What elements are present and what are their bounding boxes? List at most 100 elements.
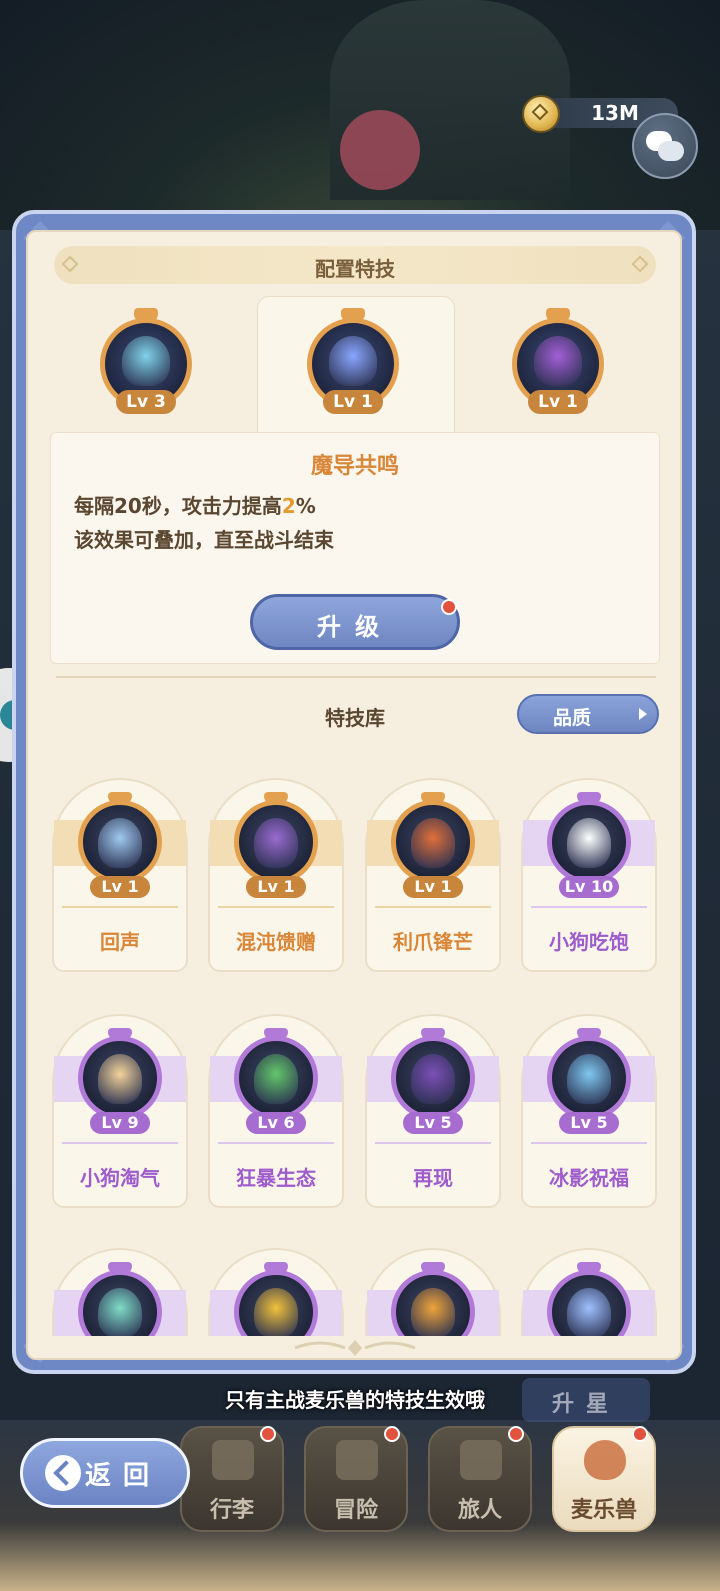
skill-library-grid: Lv 1 回声 Lv 1 混沌馈赠 Lv 1 利爪锋芒 Lv 10 小狗吃饱 Lv 9 小狗淘气 L… — [40, 770, 672, 1336]
skill-card-name: 再现 — [413, 1166, 453, 1190]
notification-dot — [632, 1426, 648, 1442]
creature-icon — [254, 818, 298, 868]
creature-icon — [329, 336, 377, 386]
skill-card-name: 回声 — [100, 930, 140, 954]
skill-card[interactable]: Lv 5 再现 — [365, 1014, 501, 1208]
back-button-label: 返回 — [85, 1461, 162, 1491]
creature-icon — [254, 1288, 298, 1336]
bow-icon — [421, 792, 445, 804]
skill-level-badge: Lv 6 — [246, 1112, 306, 1134]
skill-card-name: 小狗吃饱 — [549, 930, 629, 954]
card-separator — [531, 1142, 647, 1144]
skill-level-badge: Lv 10 — [559, 876, 619, 898]
skill-card-name: 狂暴生态 — [236, 1166, 316, 1190]
skill-level-badge: Lv 3 — [116, 390, 176, 414]
skill-card[interactable]: Lv 1 回声 — [52, 778, 188, 972]
skill-card[interactable]: Lv 10 小狗吃饱 — [521, 778, 657, 972]
notification-dot — [508, 1426, 524, 1442]
nav-tab-label: 麦乐兽 — [570, 1498, 637, 1523]
notification-dot — [441, 599, 457, 615]
bow-icon — [108, 792, 132, 804]
skill-card-name: 混沌馈赠 — [236, 930, 316, 954]
skill-level-badge: Lv 1 — [528, 390, 588, 414]
bow-icon — [421, 1028, 445, 1040]
caret-right-icon — [639, 708, 647, 720]
card-separator — [375, 1142, 491, 1144]
skill-desc-line-2: 该效果可叠加，直至战斗结束 — [74, 528, 334, 552]
fox-icon — [584, 1440, 626, 1480]
bow-icon — [264, 792, 288, 804]
skill-level-badge: Lv 1 — [246, 876, 306, 898]
bow-icon — [108, 1028, 132, 1040]
notification-dot — [260, 1426, 276, 1442]
upgrade-button-label: 升级 — [317, 613, 393, 641]
skill-level-badge: Lv 5 — [403, 1112, 463, 1134]
card-separator — [62, 906, 178, 908]
skill-card[interactable] — [52, 1248, 188, 1336]
nav-tab-swords[interactable]: 冒险 — [304, 1426, 408, 1532]
panel-title-bar: 配置特技 — [54, 246, 656, 284]
skill-card[interactable]: Lv 1 混沌馈赠 — [208, 778, 344, 972]
bow-icon — [577, 1028, 601, 1040]
equipped-skill-slot[interactable]: Lv 3 — [100, 308, 192, 414]
quality-filter-label: 品质 — [553, 707, 592, 729]
skill-card[interactable] — [208, 1248, 344, 1336]
chat-button[interactable] — [632, 113, 698, 179]
nav-tab-traveler[interactable]: 旅人 — [428, 1426, 532, 1532]
card-separator — [62, 1142, 178, 1144]
bow-icon — [134, 308, 158, 322]
skill-card[interactable]: Lv 9 小狗淘气 — [52, 1014, 188, 1208]
creature-icon — [254, 1054, 298, 1104]
bow-icon — [421, 1262, 445, 1274]
skill-card-name: 冰影祝福 — [549, 1166, 629, 1190]
skill-card[interactable] — [521, 1248, 657, 1336]
quality-filter-button[interactable]: 品质 — [517, 694, 659, 734]
notification-dot — [384, 1426, 400, 1442]
creature-icon — [534, 336, 582, 386]
equipped-skill-slot[interactable]: Lv 1 — [512, 308, 604, 414]
creature-icon — [567, 1054, 611, 1104]
creature-icon — [98, 1054, 142, 1104]
bow-icon — [577, 1262, 601, 1274]
bow-icon — [577, 792, 601, 804]
background-character — [340, 110, 420, 190]
traveler-icon — [460, 1440, 502, 1480]
skill-level-badge: Lv 9 — [90, 1112, 150, 1134]
skill-card[interactable] — [365, 1248, 501, 1336]
skill-card-name: 小狗淘气 — [80, 1166, 160, 1190]
skill-level-badge: Lv 5 — [559, 1112, 619, 1134]
creature-icon — [567, 1288, 611, 1336]
card-separator — [218, 1142, 334, 1144]
skill-level-badge: Lv 1 — [90, 876, 150, 898]
nav-tab-fox[interactable]: 麦乐兽 — [552, 1426, 656, 1532]
nav-tab-label: 行李 — [209, 1498, 254, 1523]
back-arrow-icon — [45, 1455, 81, 1491]
skill-card[interactable]: Lv 5 冰影祝福 — [521, 1014, 657, 1208]
nav-tab-bag[interactable]: 行李 — [180, 1426, 284, 1532]
bow-icon — [341, 308, 365, 322]
back-button[interactable]: 返回 — [20, 1438, 190, 1508]
skill-card[interactable]: Lv 1 利爪锋芒 — [365, 778, 501, 972]
upgrade-button[interactable]: 升级 — [250, 594, 460, 650]
skill-card[interactable]: Lv 6 狂暴生态 — [208, 1014, 344, 1208]
skill-level-badge: Lv 1 — [403, 876, 463, 898]
equipped-skill-slot[interactable]: Lv 1 — [307, 308, 399, 414]
bow-icon — [546, 308, 570, 322]
gem-coin-icon — [522, 95, 560, 133]
skill-desc-line-1: 每隔20秒，攻击力提高2% — [74, 494, 316, 518]
skill-card-name: 利爪锋芒 — [393, 930, 473, 954]
selected-skill-name: 魔导共鸣 — [310, 454, 399, 479]
section-divider — [56, 676, 656, 678]
nav-tab-label: 冒险 — [333, 1498, 378, 1523]
card-separator — [375, 906, 491, 908]
panel-title: 配置特技 — [315, 257, 395, 281]
bag-icon — [212, 1440, 254, 1480]
creature-icon — [98, 818, 142, 868]
card-separator — [218, 906, 334, 908]
skill-desc-value: 2 — [281, 494, 296, 518]
card-separator — [531, 906, 647, 908]
swords-icon — [336, 1440, 378, 1480]
bow-icon — [264, 1262, 288, 1274]
panel-footer-ornament — [294, 1340, 416, 1356]
chat-bubble-icon-secondary — [658, 141, 684, 161]
